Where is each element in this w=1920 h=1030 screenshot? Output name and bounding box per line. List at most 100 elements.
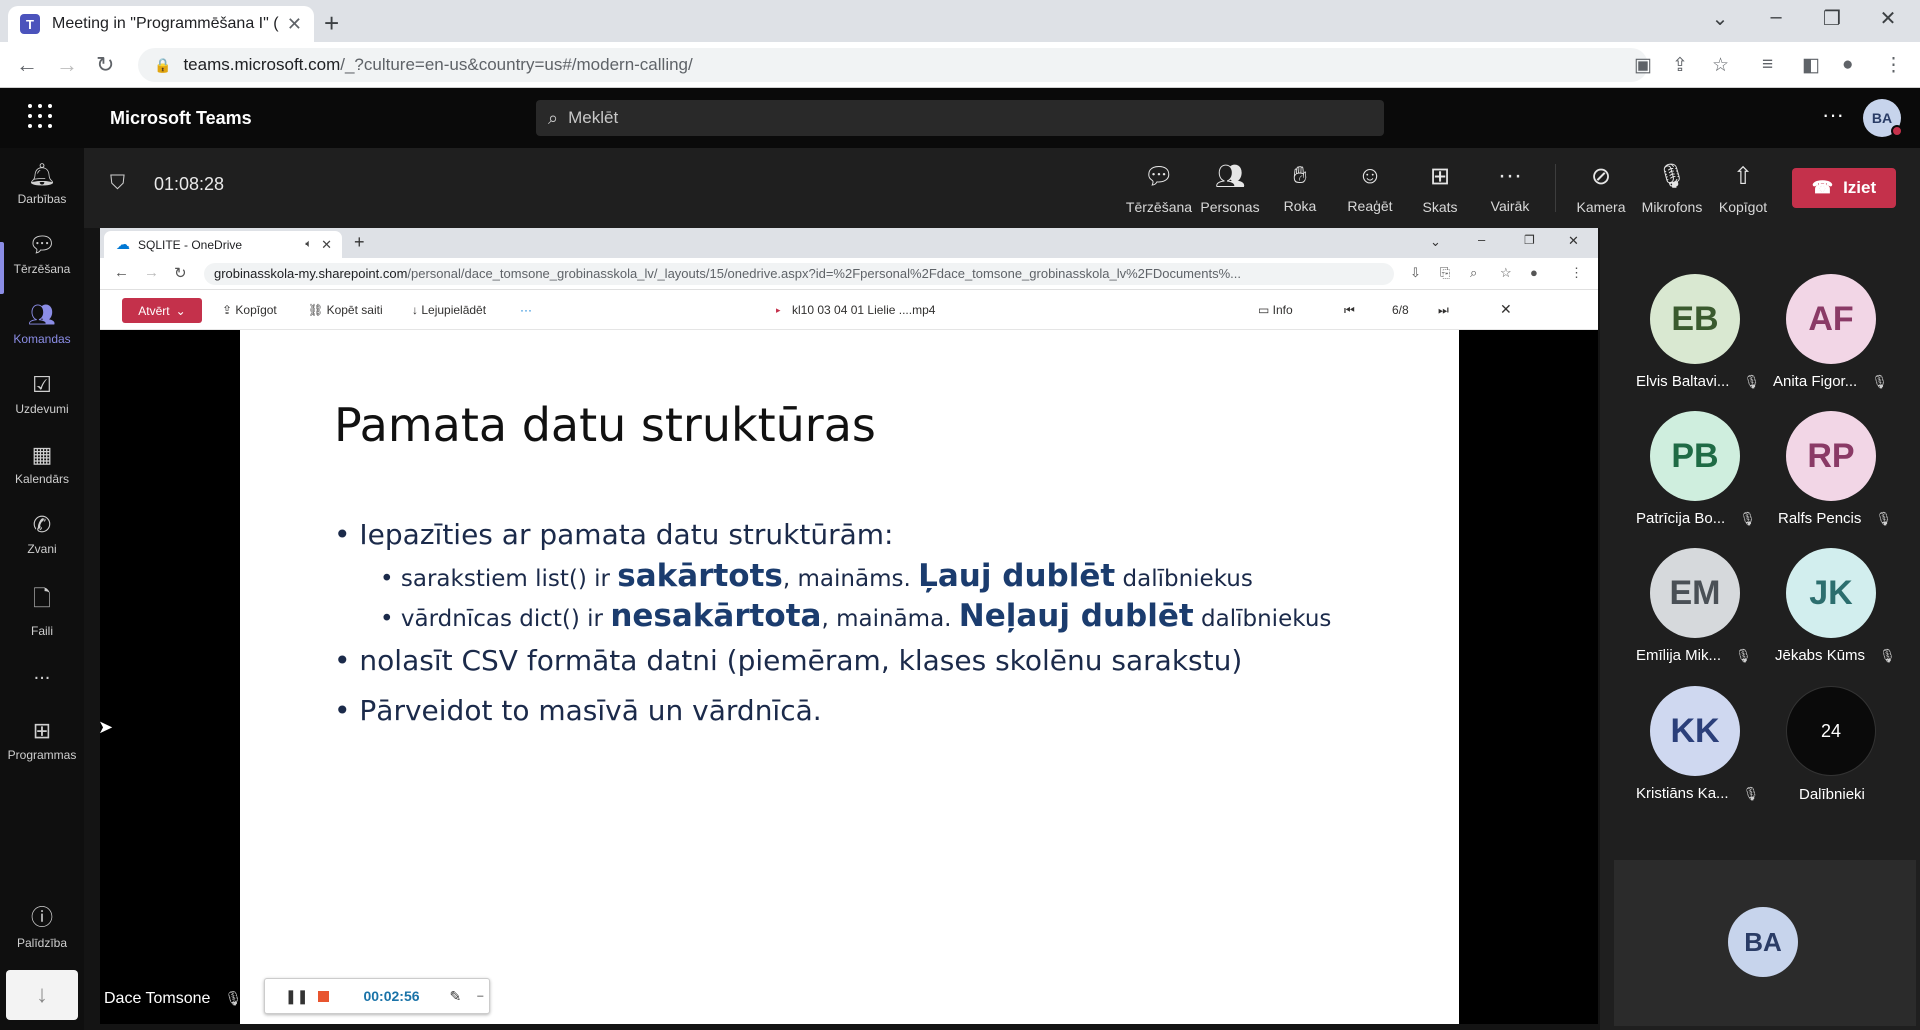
tab-search-icon[interactable]: ⌄ [1430,234,1441,250]
reload-icon[interactable]: ↻ [96,52,114,78]
back-icon[interactable]: ← [114,264,129,281]
minimize-button[interactable]: – [1756,6,1796,29]
install-icon[interactable]: ⇩ [1410,265,1421,281]
rail-item-teams[interactable]: 👥︎ Komandas [0,302,84,346]
side-panel-icon[interactable]: ◧ [1802,54,1820,77]
participant-avatar[interactable]: PB [1650,411,1740,501]
browser-tab[interactable]: T Meeting in "Programmēšana I" (S ✕ [8,6,314,42]
more-actions-button[interactable]: ··· Vairāk [1475,162,1545,214]
onedrive-toolbar: Atvērt ⌄ ⇪ Kopīgot ⛓ Kopēt saiti ↓ Lejupi… [100,290,1598,330]
forward-icon[interactable]: → [144,264,159,281]
presenter-name-tag: Dace Tomsone 🎙︎ [104,990,242,1008]
rail-item-calendar[interactable]: ▦ Kalendārs [0,442,84,486]
info-button[interactable]: ▭ Info [1258,303,1293,317]
minimize-icon[interactable]: – [477,990,483,1002]
rail-item-help[interactable]: ⓘ Palīdzība [0,900,84,950]
react-button[interactable]: ☺ Reaģēt [1335,162,1405,214]
address-bar[interactable]: 🔒 teams.microsoft.com/_?culture=en-us&co… [138,48,1648,82]
rail-item-calls[interactable]: ✆ Zvani [0,512,84,556]
camera-button[interactable]: ⊘ Kamera [1566,162,1636,215]
reload-icon[interactable]: ↻ [174,264,187,282]
view-button[interactable]: ⊞ Skats [1405,162,1475,215]
minimize-icon[interactable]: – [1478,232,1485,247]
bullet-text: Pārveidot to masīvā un vārdnīcā. [359,694,822,727]
participant-name: Anita Figor... 🎙︎ [1773,373,1920,390]
previous-icon[interactable]: ⏮ [1344,303,1355,318]
profile-icon[interactable]: ● [1530,265,1538,280]
restore-icon[interactable]: ❐ [1524,233,1535,247]
open-button[interactable]: Atvērt ⌄ [122,298,202,323]
chat-button[interactable]: 💬︎ Tērzēšana [1124,162,1194,215]
leave-button[interactable]: ☎ Iziet [1792,168,1896,208]
media-control-icon[interactable]: ≡ [1762,54,1773,76]
search-input[interactable]: ⌕ Meklēt [536,100,1384,136]
bullet-text: Iepazīties ar pamata datu struktūrām: [359,518,894,551]
back-icon[interactable]: ← [16,52,38,78]
download-icon[interactable]: ↓ [6,970,78,1020]
participant-avatar[interactable]: RP [1786,411,1876,501]
share-file-button[interactable]: ⇪ Kopīgot [222,303,277,317]
more-participants-button[interactable]: 24 [1786,686,1876,776]
close-window-icon[interactable]: ✕ [1568,233,1579,249]
slide-subbullet-2: • vārdnīcas dict() ir nesakārtota, mainā… [380,598,1332,634]
participant-name: Jēkabs Kūms 🎙︎ [1775,647,1920,664]
profile-icon[interactable]: ● [1842,54,1853,76]
sub-text: vārdnīcas dict() ir [400,606,611,632]
participants-label: Dalībnieki [1799,786,1920,803]
close-tab-icon[interactable]: ✕ [321,237,332,253]
share-page-icon[interactable]: ⇪ [1672,54,1688,77]
next-icon[interactable]: ⏭ [1438,303,1449,318]
download-button[interactable]: ↓ Lejupielādēt [412,303,486,317]
rail-item-apps[interactable]: ⊞ Programmas [0,718,84,762]
participant-avatar[interactable]: AF [1786,274,1876,364]
menu-icon[interactable]: ⋮ [1570,265,1583,281]
search-placeholder: Meklēt [568,108,619,127]
new-tab-icon[interactable]: + [354,232,365,253]
people-button[interactable]: 👥︎ Personas [1195,162,1265,215]
rail-item-more[interactable]: ... [0,662,84,685]
settings-more-icon[interactable]: ··· [1822,102,1844,128]
rail-item-activity[interactable]: 🔔︎ Darbības [0,162,84,206]
close-tab-icon[interactable]: ✕ [287,14,302,35]
forward-icon[interactable]: → [56,52,78,78]
participant-avatar[interactable]: KK [1650,686,1740,776]
participant-avatar[interactable]: EM [1650,548,1740,638]
share-button[interactable]: ⇧ Kopīgot [1708,162,1778,215]
app-launcher-icon[interactable] [28,104,54,130]
participant-avatar[interactable]: JK [1786,548,1876,638]
rail-item-files[interactable]: 🗋 Faili [0,582,84,638]
participant-avatar[interactable]: EB [1650,274,1740,364]
camera-blocked-icon[interactable]: ▣ [1634,54,1652,77]
raise-hand-button[interactable]: ✋︎ Roka [1265,162,1335,214]
rail-label: Darbības [17,192,67,206]
shared-address-row: ← → ↻ grobinasskola-my.sharepoint.com/pe… [100,258,1598,290]
rail-item-chat[interactable]: 💬︎ Tērzēšana [0,232,84,276]
zoom-icon[interactable]: ⌕ [1470,265,1477,281]
bullet-text: nolasīt CSV formāta datni (piemēram, kla… [359,644,1243,677]
bookmark-star-icon[interactable]: ☆ [1712,54,1729,77]
stop-icon[interactable] [318,990,330,1002]
bookmark-star-icon[interactable]: ☆ [1500,265,1512,281]
new-tab-button[interactable]: + [324,8,339,39]
shared-address-bar[interactable]: grobinasskola-my.sharepoint.com/personal… [204,263,1394,285]
grid-icon: ⊞ [1429,163,1451,190]
close-viewer-icon[interactable]: ✕ [1500,301,1512,318]
mic-off-icon: 🎙︎ [224,990,243,1006]
pause-icon[interactable]: ❚❚ [285,988,308,1005]
copy-link-button[interactable]: ⛓ Kopēt saiti [308,303,383,317]
user-avatar[interactable]: BA [1863,99,1903,137]
rail-item-tasks[interactable]: ☑ Uzdevumi [0,372,84,416]
pen-icon[interactable]: ✎ [450,988,462,1005]
chrome-menu-icon[interactable]: ⋮ [1884,54,1903,77]
recording-control: ❚❚ 00:02:56 ✎ – [264,978,490,1014]
shared-browser-tab[interactable]: ☁ SQLITE - OneDrive 🔈︎ ✕ [104,231,342,258]
translate-icon[interactable]: ⎘ [1440,265,1450,281]
hand-icon: ✋︎ [1293,162,1307,189]
slide-bullet-1: • Iepazīties ar pamata datu struktūrām: [334,518,894,551]
sub-text: dalībniekus [1193,606,1332,632]
mic-button[interactable]: 🎙︎ Mikrofons [1637,162,1707,215]
more-icon[interactable]: ··· [520,303,532,317]
close-window-button[interactable]: ✕ [1868,6,1908,31]
restore-button[interactable]: ❐ [1812,6,1852,31]
tab-search-icon[interactable]: ⌄ [1700,6,1740,31]
